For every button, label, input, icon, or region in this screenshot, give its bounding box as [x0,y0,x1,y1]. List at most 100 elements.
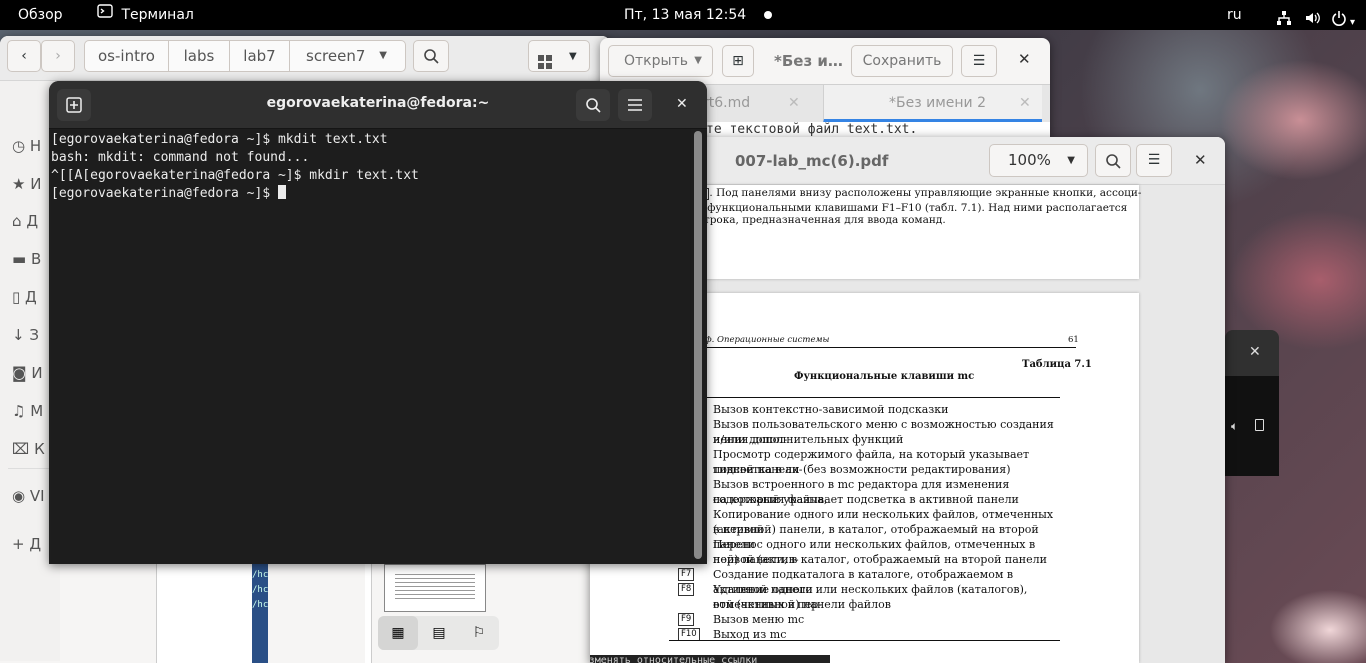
close-tab-icon[interactable]: ✕ [788,85,800,121]
close-icon[interactable]: ✕ [1018,50,1031,68]
terminal-output[interactable]: [egorovaekaterina@fedora ~]$ mkdit text.… [51,129,691,564]
background-window-body: 🔈︎ [1225,376,1279,476]
sidebar-item-label: Д [29,535,42,553]
video-icon: ▬ [12,250,27,268]
thumbnails-button[interactable]: ▦ [378,616,418,650]
file-area [156,564,255,663]
home-icon: ⌂ [12,212,22,230]
pdf-text-line: с функциональными клавишами F1–F10 (табл… [698,202,1128,214]
function-key-label: F8 [678,583,695,596]
close-icon[interactable]: ✕ [676,96,688,112]
menu-button[interactable]: ☰ [961,45,997,77]
network-icon[interactable] [1276,7,1292,25]
mc-dialog-fragment: [x] Сохранять атрибуты [ ] Изменять отно… [590,655,830,663]
trash-icon: ⌧ [12,440,30,458]
view-options-chevron-icon: ▼ [569,51,577,62]
breadcrumb-screen7[interactable]: screen7 ▼ [289,40,406,72]
clock[interactable]: Пт, 13 мая 12:54 [624,0,746,30]
sidebar-item-trash[interactable]: ⌧ К [12,440,45,460]
terminal-window: egorovaekaterina@fedora:~ ✕ [egorovaekat… [49,81,707,564]
grid-view-icon [538,49,552,81]
sidebar-item-label: Д [26,212,39,230]
close-tab-icon[interactable]: ✕ [1019,85,1031,121]
bookmark-icon: ⚐ [472,625,486,641]
sidebar-item-pictures[interactable]: ◙ И [12,364,43,384]
sidebar-item-label: Н [29,137,42,155]
app-menu-label: Терминал [121,7,194,23]
sidebar-item-music[interactable]: ♫ М [12,402,43,422]
scrollbar-thumb[interactable] [694,131,702,559]
page-thumbnail[interactable] [384,564,486,612]
outline-icon: ▤ [432,625,446,641]
sidebar-item-label: В [30,250,42,268]
volume-icon: 🔈︎ [1231,419,1239,433]
sidebar-item-label: К [34,440,45,458]
sidebar-item-downloads[interactable]: ↓ З [12,326,39,346]
close-icon[interactable]: ✕ [1194,151,1207,169]
table-row: на который указывает подсветка в активно… [713,493,1019,506]
sidebar-item-vbox[interactable]: ◉ VI [12,487,45,507]
system-menu-arrow-icon[interactable]: ▾ [1350,8,1355,28]
sidebar-item-other-locations[interactable]: + Д [12,535,41,555]
chevron-down-icon: ▼ [1067,155,1075,166]
table-row: нения дополнительных функций [713,433,904,446]
open-button[interactable]: Открыть ▼ [608,45,713,77]
save-button[interactable]: Сохранить [851,45,953,77]
outline-button[interactable]: ▤ [419,616,459,650]
search-button[interactable] [576,89,610,121]
mc-line: /hc [252,585,269,595]
camera-icon: ◙ [12,364,27,382]
terminal-line: bash: mkdit: command not found... [51,150,310,165]
sidebar-item-label: М [30,402,44,420]
sidebar-item-starred[interactable]: ★ И [12,175,41,195]
search-button[interactable] [1095,144,1131,177]
breadcrumb-lab7[interactable]: lab7 [229,40,290,72]
download-icon: ↓ [12,326,25,344]
sidebar-item-label: VI [29,487,45,505]
tab-untitled-2[interactable]: *Без имени 2 ✕ [823,85,1042,123]
view-toggle-button[interactable]: ▼ [528,40,590,72]
breadcrumb-labs[interactable]: labs [168,40,230,72]
power-icon[interactable] [1331,7,1347,26]
zoom-value: 100% [1008,151,1051,169]
chevron-left-icon: ‹ [21,48,27,64]
sidebar-item-recent[interactable]: ◷ Н [12,137,41,157]
terminal-header: egorovaekaterina@fedora:~ ✕ [49,81,707,129]
open-button-label: Открыть [624,53,688,69]
mc-panel-fragment: /hc /hc /hc [252,564,268,663]
new-tab-button[interactable]: ⊞ [722,45,754,77]
sidebar-item-documents[interactable]: ▯ Д [12,288,37,308]
pdf-sidebar: ▦ ▤ ⚐ [371,564,505,663]
sidebar-item-home[interactable]: ⌂ Д [12,212,38,232]
app-menu[interactable]: Терминал [97,0,194,30]
search-button[interactable] [413,40,449,72]
terminal-prompt-line: [egorovaekaterina@fedora ~]$ [51,185,691,203]
editor-title: *Без и… [774,52,843,70]
background-window-fragment: ✕ [1225,330,1279,376]
notification-dot-icon [764,11,772,19]
breadcrumb-os-intro[interactable]: os-intro [84,40,169,72]
hamburger-icon: ☰ [972,53,986,69]
table-title: Функциональные клавиши mc [794,371,975,382]
page-header-left: ф. Операционные системы [705,335,830,345]
keyboard-layout-indicator[interactable]: ru [1227,0,1242,30]
cursor [277,185,286,199]
back-button[interactable]: ‹ [7,40,41,72]
menu-button[interactable] [618,89,652,121]
sidebar-item-label: И [31,364,43,382]
top-bar: Обзор Терминал Пт, 13 мая 12:54 ru ▾ [0,0,1366,30]
scrollbar-track[interactable] [694,131,702,559]
zoom-select[interactable]: 100% ▼ [989,144,1088,177]
volume-icon[interactable] [1304,7,1322,24]
terminal-prompt: [egorovaekaterina@fedora ~]$ [51,186,278,201]
menu-button[interactable]: ☰ [1136,144,1172,177]
close-icon[interactable]: ✕ [1249,344,1261,360]
pdf-text-line: 9. Под панелями внизу расположены управл… [698,187,1141,200]
table-rule-bottom [669,640,1060,641]
sidebar-item-videos[interactable]: ▬ В [12,250,41,270]
tab-label: *Без имени 2 [889,95,986,111]
forward-button[interactable]: › [41,40,75,72]
activities-button[interactable]: Обзор [18,0,63,30]
bookmarks-button[interactable]: ⚐ [459,616,499,650]
pdf-text-line: строка, предназначенная для ввода команд… [698,214,946,226]
